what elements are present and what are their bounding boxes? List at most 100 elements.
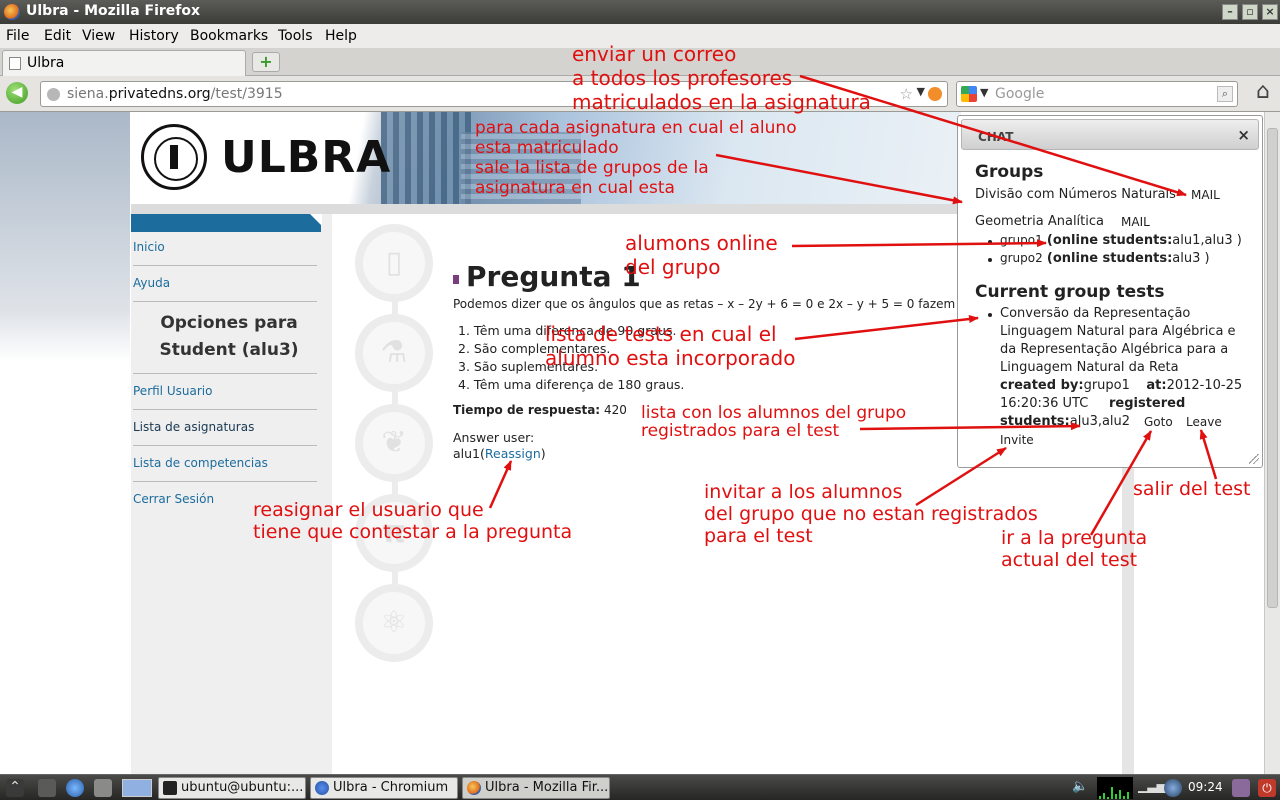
maximize-button[interactable]: ▫ (1242, 4, 1258, 20)
online-students: alu1,alu3 ) (1172, 233, 1242, 248)
network-signal-icon[interactable]: ▁▃▅ (1138, 779, 1166, 797)
book-icon: ▯ (355, 224, 433, 302)
google-icon[interactable] (961, 86, 977, 102)
window-switcher-icon[interactable] (94, 779, 112, 797)
task-terminal[interactable]: ubuntu@ubuntu:... (158, 777, 306, 799)
chat-title: CHAT (978, 130, 1014, 144)
invite-button[interactable]: Invite (1000, 433, 1034, 447)
current-tests-heading: Current group tests (975, 282, 1165, 302)
browser-launcher-icon[interactable] (66, 779, 84, 797)
menu-file[interactable]: File (6, 28, 29, 44)
annotation-line: registrados para el test (641, 421, 840, 441)
annotation-line: lista con los alumnos del grupo (641, 403, 907, 423)
group-geometria: Geometria Analítica (975, 214, 1104, 229)
window-title: Ulbra - Mozilla Firefox (26, 3, 201, 19)
subgroup-link[interactable]: grupo2 (1000, 251, 1043, 265)
sidebar-item-perfil[interactable]: Perfil Usuario (133, 384, 317, 398)
workspace-icon[interactable] (122, 779, 152, 797)
created-by-label: created by: (1000, 378, 1084, 393)
close-window-button[interactable]: × (1262, 4, 1278, 20)
test-time-row: 16:20:36 UTC registered (1000, 396, 1185, 411)
tab-ulbra[interactable]: Ulbra (2, 50, 246, 76)
subgroup-link[interactable]: grupo1 (1000, 233, 1043, 247)
task-label: Ulbra - Mozilla Fir... (485, 780, 609, 795)
divider (133, 301, 317, 302)
annotation-line: enviar un correo (572, 42, 737, 66)
rss-icon[interactable] (928, 87, 942, 101)
search-icon[interactable]: ⌕ (1217, 86, 1233, 102)
sidebar-item-asignaturas[interactable]: Lista de asignaturas (133, 420, 317, 434)
task-chromium[interactable]: Ulbra - Chromium (310, 777, 458, 799)
leave-button[interactable]: Leave (1186, 415, 1222, 429)
test-title-line: Conversão da Representação (1000, 306, 1191, 321)
home-icon[interactable]: ⌂ (1250, 80, 1276, 106)
search-engine-dropdown-icon[interactable]: ▼ (980, 86, 988, 99)
answer-user-label: Answer user: (453, 430, 535, 445)
page-icon (9, 57, 21, 70)
back-arrow-icon[interactable]: ◀ (6, 82, 28, 104)
group-division: Divisão com Números Naturais (975, 187, 1176, 202)
annotation-goto: ir a la pregunta actual del test (1001, 527, 1147, 571)
bullet (988, 313, 992, 317)
volume-icon[interactable]: 🔈 (1072, 779, 1090, 797)
menu-history[interactable]: History (129, 28, 179, 44)
update-icon[interactable] (1164, 779, 1182, 797)
task-firefox[interactable]: Ulbra - Mozilla Fir... (462, 777, 610, 799)
divider (133, 481, 317, 482)
annotation-leave: salir del test (1133, 477, 1251, 501)
menu-bookmarks[interactable]: Bookmarks (190, 28, 268, 44)
goto-button[interactable]: Goto (1144, 415, 1173, 429)
resize-grip-icon[interactable] (1249, 454, 1259, 464)
annotation-line: asignatura en cual esta (475, 178, 675, 198)
bookmark-star-icon[interactable]: ☆ (900, 85, 913, 103)
annotation-line: del grupo que no estan registrados (704, 503, 1038, 525)
divider (133, 409, 317, 410)
power-icon[interactable]: ⏻ (1258, 779, 1276, 797)
mail-button[interactable]: MAIL (1121, 215, 1150, 229)
show-desktop-icon[interactable] (38, 779, 56, 797)
firefox-icon (467, 781, 481, 795)
new-tab-button[interactable]: + (252, 52, 280, 72)
user-icon[interactable] (1232, 779, 1250, 797)
start-menu-icon[interactable]: ⌃ (6, 779, 24, 797)
title-marker (453, 275, 459, 284)
menu-tools[interactable]: Tools (278, 28, 313, 44)
annotation-line: reasignar el usuario que (253, 499, 484, 521)
search-bar[interactable]: ▼ Google ⌕ (956, 81, 1238, 107)
answer-user: alu1(Reassign) (453, 446, 546, 461)
annotation-tests: lista de tests en cual el alumno esta in… (545, 322, 795, 370)
menu-edit[interactable]: Edit (44, 28, 71, 44)
subgroup-row: grupo1 (online students:alu1,alu3 ) (1000, 233, 1242, 248)
menu-help[interactable]: Help (325, 28, 357, 44)
sidebar-item-inicio[interactable]: Inicio (133, 240, 317, 254)
annotation-line: alumons online (625, 231, 778, 255)
chat-header: CHAT × (961, 119, 1259, 150)
reassign-link[interactable]: Reassign (485, 446, 541, 461)
clock: 09:24 (1188, 780, 1223, 794)
divider (392, 480, 398, 494)
close-icon[interactable]: × (1237, 126, 1250, 144)
chevron-down-icon[interactable]: ▼ (917, 85, 925, 98)
students-label: students: (1000, 414, 1070, 429)
page-scrollbar[interactable] (1264, 112, 1280, 774)
menu-view[interactable]: View (82, 28, 115, 44)
sidebar-item-ayuda[interactable]: Ayuda (133, 276, 317, 290)
response-time-label: Tiempo de respuesta: (453, 403, 601, 417)
annotation-line: tiene que contestar a la pregunta (253, 521, 573, 543)
task-label: ubuntu@ubuntu:... (181, 780, 304, 795)
registered-label: registered (1108, 396, 1186, 411)
response-time-value: 420 (603, 403, 627, 417)
task-label: Ulbra - Chromium (333, 780, 449, 795)
option-4[interactable]: 4. Têm uma diferença de 180 graus. (458, 377, 684, 395)
scrollbar-thumb[interactable] (1267, 128, 1278, 608)
sidebar-item-competencias[interactable]: Lista de competencias (133, 456, 317, 470)
divider (133, 373, 317, 374)
sidebar-header-bar (131, 214, 322, 232)
firefox-icon (4, 4, 20, 20)
minimize-button[interactable]: – (1222, 4, 1238, 20)
annotation-online: alumons online del grupo (625, 231, 778, 279)
sidebar: Inicio Ayuda Opciones para Student (alu3… (131, 214, 322, 674)
mail-button[interactable]: MAIL (1191, 188, 1220, 202)
window-titlebar: Ulbra - Mozilla Firefox – ▫ × (0, 0, 1280, 24)
chat-panel: CHAT × Groups Divisão com Números Natura… (957, 115, 1263, 468)
